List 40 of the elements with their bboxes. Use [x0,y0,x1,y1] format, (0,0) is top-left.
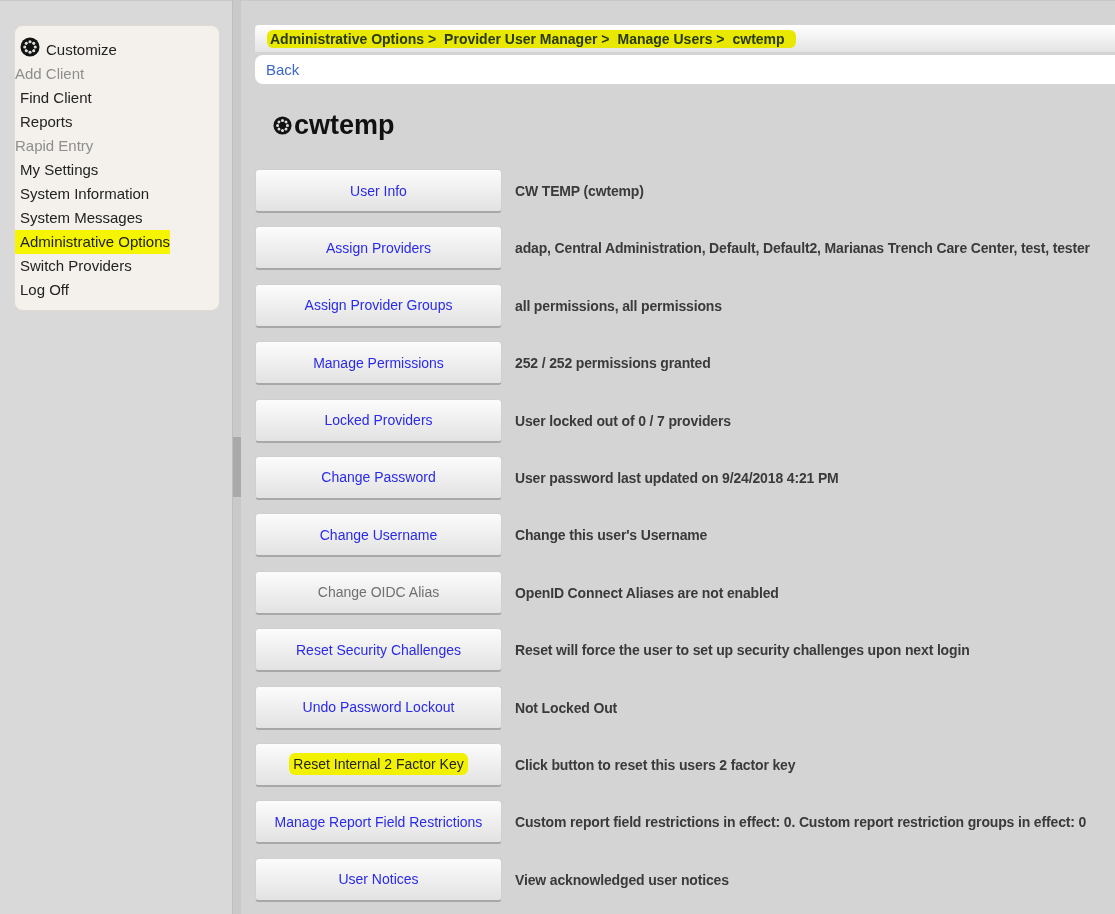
sidebar-item[interactable]: System Information [15,182,150,206]
action-description: Click button to reset this users 2 factor key [515,756,796,773]
sidebar-item[interactable]: Customize [46,32,117,62]
back-link[interactable]: Back [266,61,300,78]
sidebar-item[interactable]: Find Client [15,86,92,110]
action-description: Reset will force the user to set up security challenges upon next login [515,642,970,659]
sidebar-item[interactable]: Reports [15,110,73,134]
action-button[interactable]: Reset Internal 2 Factor Key [255,742,502,787]
gear-icon [20,37,40,57]
action-description: OpenID Connect Aliases are not enabled [515,584,779,601]
sidebar-item[interactable]: Log Off [15,278,69,302]
action-button[interactable]: Undo Password Lockout [255,685,502,730]
action-description: all permissions, all permissions [515,297,722,314]
action-description: Not Locked Out [515,699,618,716]
sidebar-item[interactable]: System Messages [15,206,143,230]
action-description: User locked out of 0 / 7 providers [515,412,731,429]
action-description: User password last updated on 9/24/2018 4:21 PM [515,469,839,486]
splitter-handle[interactable] [233,437,241,497]
action-button[interactable]: User Info [255,169,502,213]
action-button[interactable]: Change Password [255,455,502,500]
action-description: View acknowledged user notices [515,871,729,888]
action-button[interactable]: Assign Providers [255,226,502,271]
action-description: CW TEMP (cwtemp) [515,183,644,199]
sidebar-item[interactable]: Switch Providers [15,254,132,278]
action-button[interactable]: User Notices [255,857,502,902]
action-button[interactable]: Locked Providers [255,398,502,443]
breadcrumb-trail[interactable]: Administrative Options > Provider User Manager > Manage Users > cwtemp [267,29,796,48]
sidebar-item[interactable]: My Settings [15,158,99,182]
action-description: adap, Central Administration, Default, Default2, Marianas Trench Care Center, test, tester [515,240,1090,257]
action-description: 252 / 252 permissions granted [515,355,711,372]
action-button[interactable]: Assign Provider Groups [255,283,502,328]
sidebar-item[interactable]: Administrative Options [15,230,171,254]
action-description: Custom report field restrictions in effect: 0. Custom report restriction groups in effect: 0 [515,814,1087,831]
action-button[interactable]: Change Username [255,513,502,558]
action-button[interactable]: Manage Permissions [255,341,502,386]
gear-icon [273,116,292,135]
page-title: cwtemp [294,110,395,141]
action-description: Change this user's Username [515,527,708,544]
action-button[interactable]: Reset Security Challenges [255,628,502,673]
action-button[interactable]: Manage Report Field Restrictions [255,800,502,845]
